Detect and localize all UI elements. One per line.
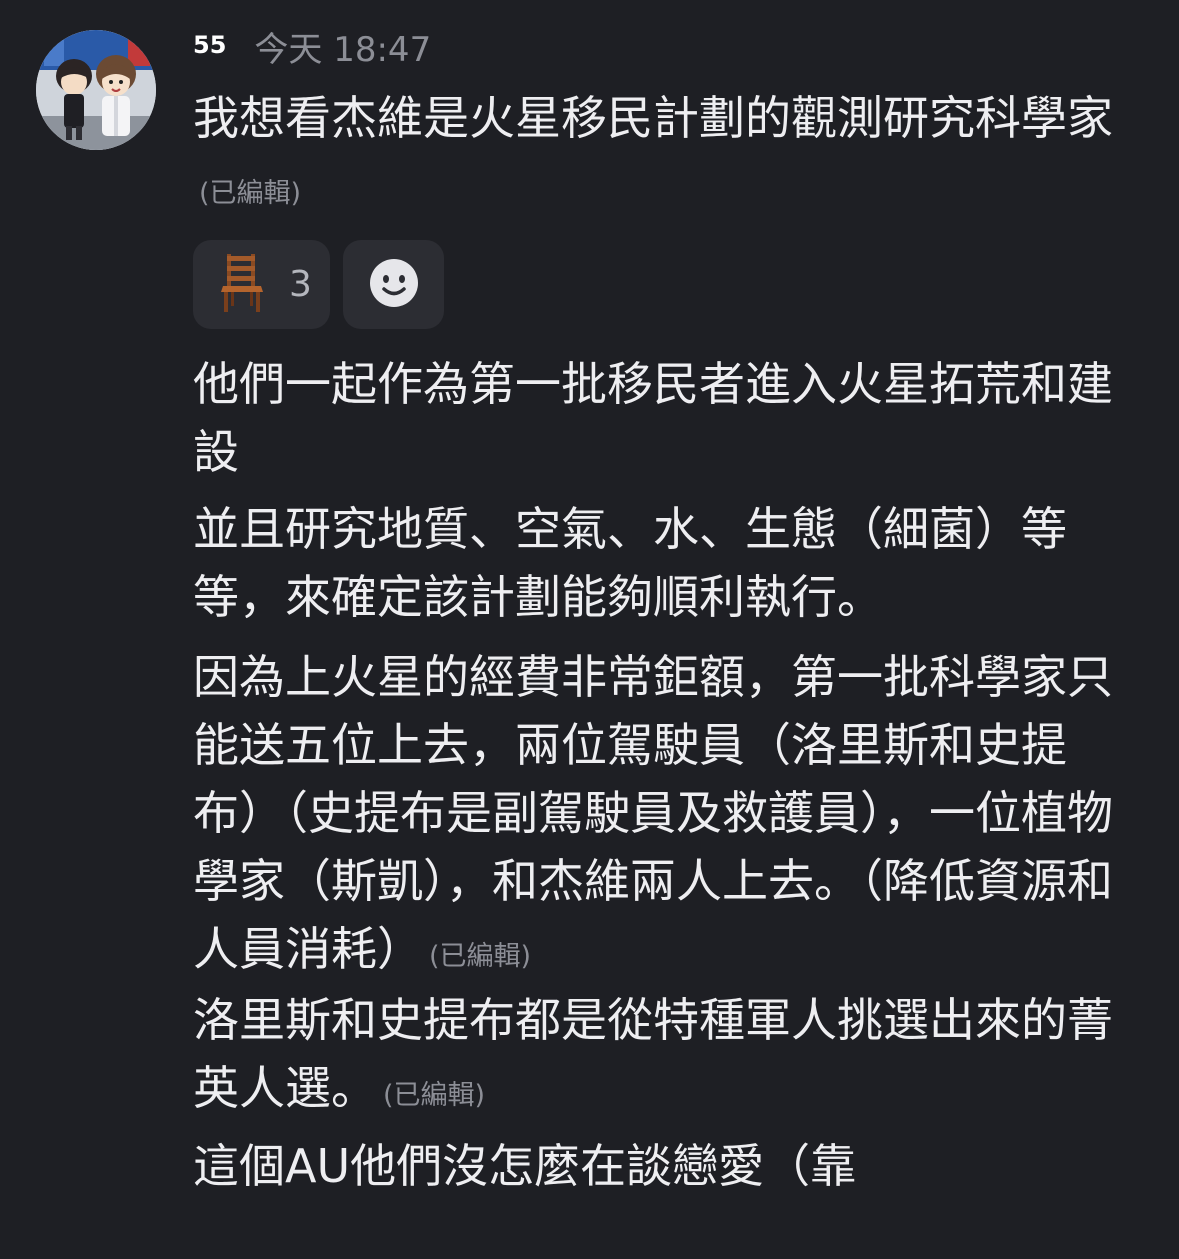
add-reaction-smiley-icon xyxy=(368,257,420,313)
reply-body: 洛里斯和史提布都是從特種軍人挑選出來的菁英人選。 xyxy=(193,993,1113,1115)
username[interactable]: 55 xyxy=(193,31,226,59)
reply-body: 他們一起作為第一批移民者進入火星拓荒和建設 xyxy=(193,357,1113,479)
edited-label: (已編輯) xyxy=(429,941,532,972)
reply-message: 洛里斯和史提布都是從特種軍人挑選出來的菁英人選。 (已編輯) xyxy=(193,986,1123,1130)
message-header: 55 今天 18:47 xyxy=(193,22,431,82)
reply-body: 這個AU他們沒怎麼在談戀愛（靠 xyxy=(193,1139,857,1193)
reply-message: 這個AU他們沒怎麼在談戀愛（靠 xyxy=(193,1132,1123,1208)
chair-icon xyxy=(217,252,267,318)
reply-message: 因為上火星的經費非常鉅額，第一批科學家只能送五位上去，兩位駕駛員（洛里斯和史提布… xyxy=(193,643,1123,991)
reaction-chair[interactable]: 3 xyxy=(193,240,330,329)
edited-label: (已編輯) xyxy=(199,178,302,209)
reply-body: 因為上火星的經費非常鉅額，第一批科學家只能送五位上去，兩位駕駛員（洛里斯和史提布… xyxy=(193,650,1113,976)
avatar[interactable] xyxy=(36,30,156,150)
message-body: 我想看杰維是火星移民計劃的觀測研究科學家 xyxy=(193,91,1113,145)
add-reaction-button[interactable] xyxy=(343,240,444,329)
reaction-bar: 3 xyxy=(193,240,444,329)
reaction-count: 3 xyxy=(289,264,312,305)
message-text: 我想看杰維是火星移民計劃的觀測研究科學家 (已編輯) xyxy=(193,84,1123,228)
reply-message: 他們一起作為第一批移民者進入火星拓荒和建設 xyxy=(193,350,1123,494)
reply-message: 並且研究地質、空氣、水、生態（細菌）等等，來確定該計劃能夠順利執行。 xyxy=(193,495,1123,639)
timestamp: 今天 18:47 xyxy=(254,30,432,70)
reply-body: 並且研究地質、空氣、水、生態（細菌）等等，來確定該計劃能夠順利執行。 xyxy=(193,502,1067,624)
avatar-image xyxy=(36,30,156,150)
edited-label: (已編輯) xyxy=(383,1080,486,1111)
